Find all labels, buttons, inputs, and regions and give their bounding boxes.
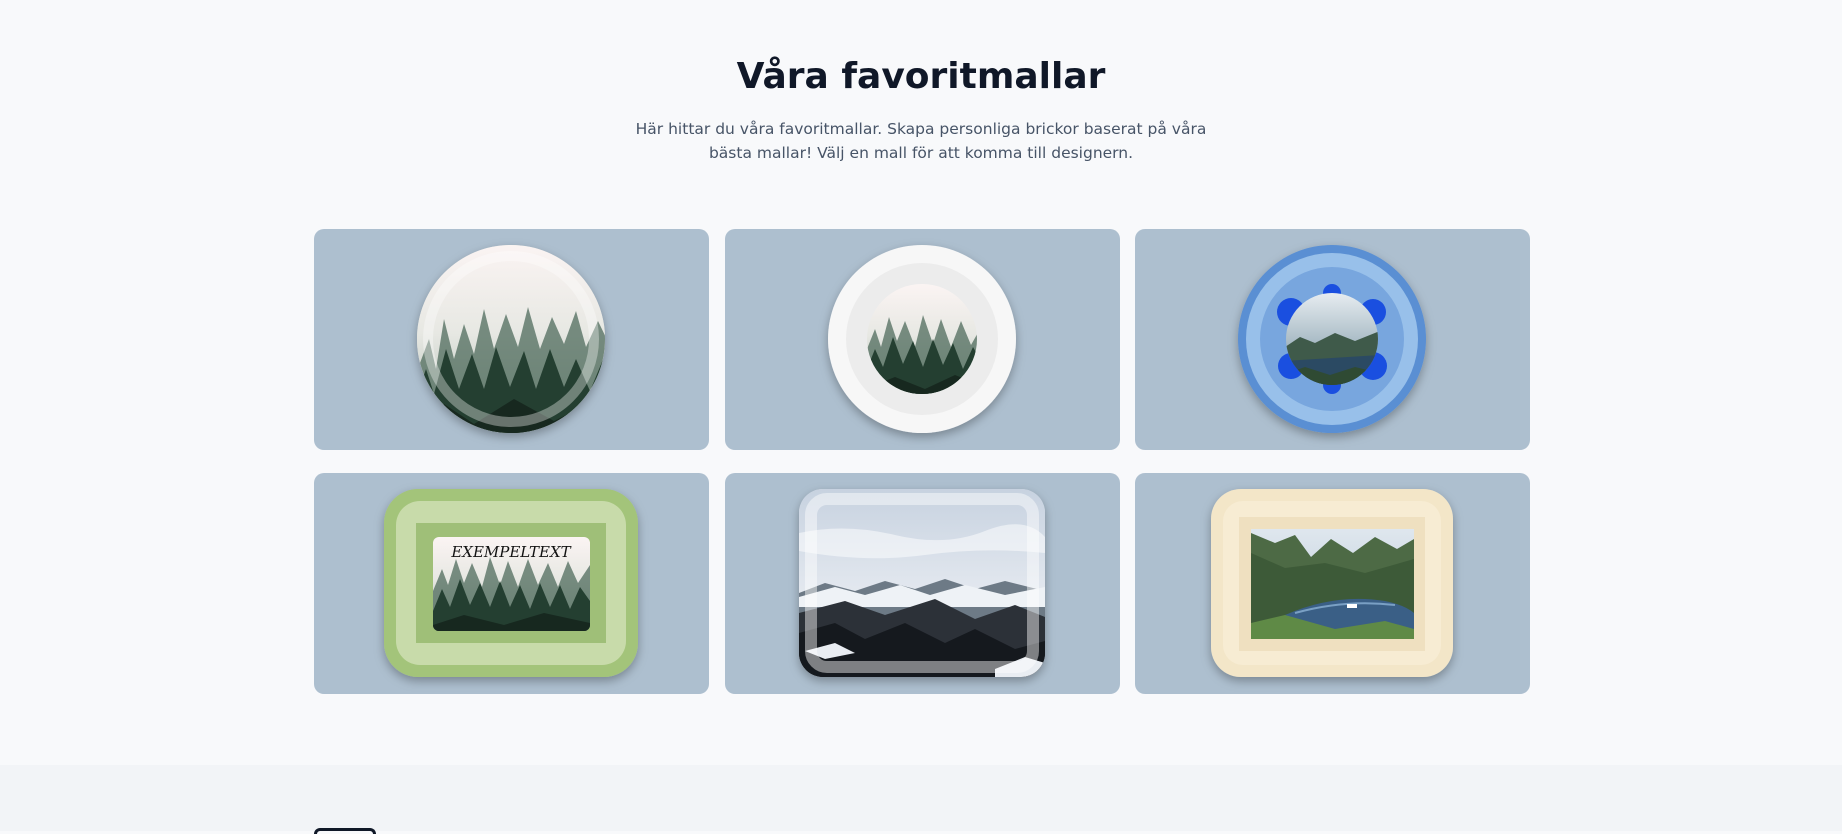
template-card-5[interactable]: [725, 473, 1120, 694]
footer-logo[interactable]: [314, 828, 376, 834]
template-card-3[interactable]: [1135, 229, 1530, 450]
template-grid: EXEMPELTEXT: [314, 229, 1530, 695]
template-card-4[interactable]: EXEMPELTEXT: [314, 473, 709, 694]
template-thumbnail: [417, 245, 605, 433]
template-thumbnail: EXEMPELTEXT: [384, 489, 638, 677]
section-subtitle: Här hittar du våra favoritmallar. Skapa …: [635, 120, 1207, 162]
template-sample-text: EXEMPELTEXT: [450, 543, 571, 561]
template-card-6[interactable]: [1135, 473, 1530, 694]
favorite-templates-section: Våra favoritmallar Här hittar du våra fa…: [0, 0, 1842, 765]
template-thumbnail: [1238, 245, 1426, 433]
template-thumbnail: [799, 489, 1045, 677]
template-thumbnail: [1211, 489, 1453, 677]
template-card-1[interactable]: [314, 229, 709, 450]
footer: [0, 765, 1842, 834]
section-title: Våra favoritmallar: [736, 56, 1106, 97]
template-thumbnail: [828, 245, 1016, 433]
template-card-2[interactable]: [725, 229, 1120, 450]
